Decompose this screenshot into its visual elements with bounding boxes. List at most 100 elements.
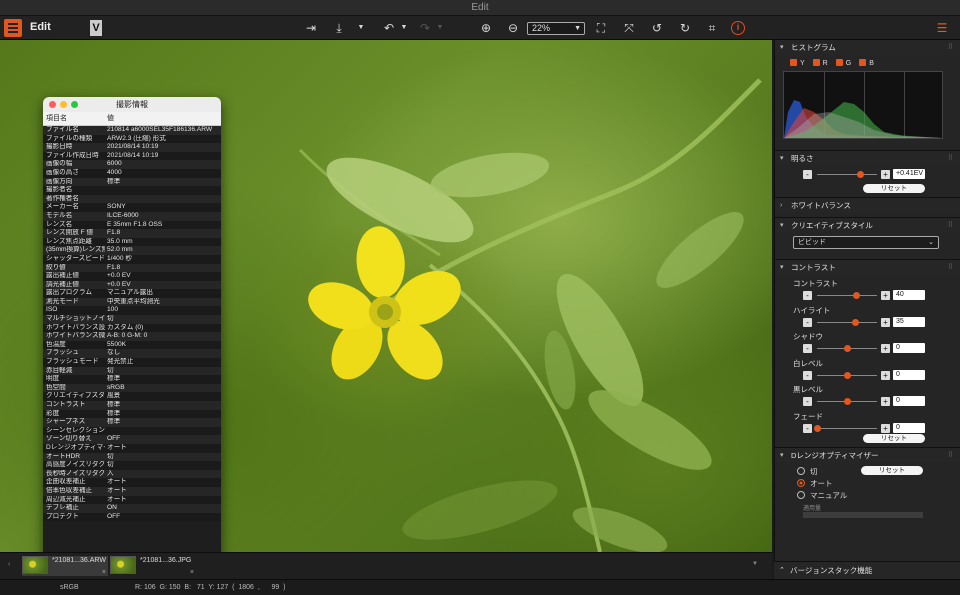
decrease-button[interactable]: - xyxy=(803,397,812,406)
section-white-balance-header[interactable]: › ホワイトバランス xyxy=(775,197,960,212)
zoom-out-icon[interactable]: ⊖ xyxy=(505,20,521,36)
filmstrip-menu-icon[interactable]: ▼ xyxy=(752,561,758,567)
info-table-row[interactable]: オートHDR 切 xyxy=(43,452,221,462)
info-table-row[interactable]: クリエイティブスタイ 風景 xyxy=(43,392,221,401)
decrease-button[interactable]: - xyxy=(803,344,812,353)
brightness-reset-button[interactable]: リセット xyxy=(863,184,925,193)
info-table-row[interactable]: シャッタースピード 1/400 秒 xyxy=(43,254,221,264)
brightness-knob[interactable] xyxy=(857,171,865,178)
drag-handle-icon[interactable]: ⠿ xyxy=(948,260,953,275)
slider-knob[interactable] xyxy=(843,371,851,379)
info-table-row[interactable]: 歪曲収差補正 オート xyxy=(43,478,221,487)
redo-menu-chevron-icon[interactable]: ▼ xyxy=(432,20,448,36)
column-header-key[interactable]: 項目名 xyxy=(43,112,105,125)
info-table-row[interactable]: ファイルの種類 ARW2.3 (圧縮) 形式 xyxy=(43,134,221,144)
slider-value[interactable]: 0 xyxy=(893,369,925,380)
close-icon[interactable]: × xyxy=(190,569,194,576)
info-table-row[interactable]: 撮影日時 2021/08/14 10:19 xyxy=(43,143,221,152)
info-table-row[interactable]: シャープネス 標準 xyxy=(43,418,221,427)
info-table-row[interactable]: ホワイトバランス設定カスタム (0) xyxy=(43,323,221,333)
info-table-row[interactable]: 著作権者名 xyxy=(43,194,221,204)
filmstrip-item[interactable]: *21081...36.JPG × xyxy=(110,556,196,576)
slider-value[interactable]: 0 xyxy=(893,396,925,406)
section-contrast-header[interactable]: ▾ コントラスト ⠿ xyxy=(775,259,960,274)
export-icon[interactable]: ⇥ xyxy=(303,20,319,36)
brightness-value[interactable]: +0.41EV xyxy=(893,169,925,179)
crop-icon[interactable]: ⌗ xyxy=(704,20,720,36)
increase-button[interactable]: + xyxy=(881,397,890,406)
section-dro-header[interactable]: ▾ Dレンジオプティマイザー ⠿ xyxy=(775,447,960,462)
drag-handle-icon[interactable]: ⠿ xyxy=(948,218,953,233)
info-table-row[interactable]: シーンセレクション xyxy=(43,426,221,436)
info-table-row[interactable]: プロテクト OFF xyxy=(43,512,221,522)
info-table-row[interactable]: レンズ焦点距離 35.0 mm xyxy=(43,237,221,247)
channel-toggle-y[interactable]: Y xyxy=(790,59,805,67)
increase-button[interactable]: + xyxy=(881,170,890,179)
channel-toggle-b[interactable]: B xyxy=(859,59,874,67)
info-table-row[interactable]: 画像方向 標準 xyxy=(43,177,221,187)
info-table-row[interactable]: (35mm換算)レンズ焦 52.0 mm xyxy=(43,246,221,255)
info-table-row[interactable]: コントラスト 標準 xyxy=(43,401,221,410)
info-table-row[interactable]: Dレンジオプティマイ オート xyxy=(43,443,221,453)
info-table-row[interactable]: ファイル名 210814 a6000SEL35F18613​6.ARW xyxy=(43,126,221,135)
info-table-row[interactable]: 彩度 標準 xyxy=(43,409,221,419)
drag-handle-icon[interactable]: ⠿ xyxy=(948,448,953,463)
increase-button[interactable]: + xyxy=(881,317,890,327)
minimize-icon[interactable] xyxy=(60,101,67,108)
undo-icon[interactable]: ↶ xyxy=(381,20,397,36)
slider-knob[interactable] xyxy=(853,292,861,299)
dro-radio-auto[interactable] xyxy=(797,479,805,487)
decrease-button[interactable]: - xyxy=(803,370,812,380)
rotate-right-icon[interactable]: ↻ xyxy=(677,20,693,36)
info-panel-titlebar[interactable]: 撮影情報 xyxy=(43,97,221,112)
info-table-row[interactable]: デブレ補正 ON xyxy=(43,504,221,513)
info-table-row[interactable]: フラッシュ なし xyxy=(43,349,221,359)
info-table-row[interactable]: 高感度ノイズリダクシ切 xyxy=(43,461,221,470)
dro-radio-manual[interactable] xyxy=(797,491,805,499)
slider-knob[interactable] xyxy=(843,345,851,352)
dro-reset-button[interactable]: リセット xyxy=(861,466,923,475)
info-table-row[interactable]: ファイル作成日時 2021/08/14 10:19 xyxy=(43,151,221,161)
slider-knob[interactable] xyxy=(851,318,859,326)
info-table-row[interactable]: 色空間 sRGB xyxy=(43,383,221,393)
scroll-left-icon[interactable]: ‹ xyxy=(8,561,10,568)
channel-toggle-g[interactable]: G xyxy=(835,59,851,67)
slider-value[interactable]: 40 xyxy=(893,290,925,300)
info-table-row[interactable]: レンズ名 E 35mm F1.8 OSS xyxy=(43,220,221,230)
column-header-value[interactable]: 値 xyxy=(105,112,221,125)
shooting-info-panel[interactable]: 撮影情報 項目名 値 ファイル名 210814 a6000SEL35F18613​… xyxy=(43,97,221,552)
redo-icon[interactable]: ↷ xyxy=(417,20,433,36)
increase-button[interactable]: + xyxy=(881,344,890,353)
v-badge[interactable]: V xyxy=(90,20,102,36)
zoom-icon[interactable] xyxy=(71,101,78,108)
section-creative-style-header[interactable]: ▾ クリエイティブスタイル ⠿ xyxy=(775,217,960,232)
fit-screen-icon[interactable]: ⛶ xyxy=(593,20,609,36)
decrease-button[interactable]: - xyxy=(803,291,812,300)
section-brightness-header[interactable]: ▾ 明るさ ⠿ xyxy=(775,150,960,165)
increase-button[interactable]: + xyxy=(881,423,890,433)
adjust-panel-icon[interactable]: ☰ xyxy=(934,20,950,36)
info-table-row[interactable]: レンズ開放 F 値 F1.8 xyxy=(43,229,221,238)
close-icon[interactable]: × xyxy=(102,569,106,576)
app-logo-icon[interactable] xyxy=(4,19,22,37)
info-table-row[interactable]: フラッシュモード 発光禁止 xyxy=(43,358,221,367)
dro-radio-off[interactable] xyxy=(797,467,805,475)
info-table-row[interactable]: メーカー名 SONY xyxy=(43,203,221,212)
slider-track[interactable] xyxy=(817,321,877,323)
info-table-row[interactable]: 測光モード 中央重点平均測光 xyxy=(43,297,221,307)
info-table-row[interactable]: 画像の幅 6000 xyxy=(43,160,221,169)
info-table-row[interactable]: ホワイトバランス微調A-B: 0 G-M: 0 xyxy=(43,332,221,341)
info-table-row[interactable]: 画像の高さ 4000 xyxy=(43,168,221,178)
info-table-row[interactable]: 倍率色収差補正 オート xyxy=(43,486,221,496)
undo-menu-chevron-icon[interactable]: ▼ xyxy=(396,20,412,36)
info-table-row[interactable]: 長秒時ノイズリダクシ入 xyxy=(43,469,221,479)
zoom-in-icon[interactable]: ⊕ xyxy=(478,20,494,36)
decrease-button[interactable]: - xyxy=(803,423,812,433)
increase-button[interactable]: + xyxy=(881,370,890,380)
info-table-row[interactable]: モデル名 ILCE-6000 xyxy=(43,211,221,221)
filmstrip-item[interactable]: *21081...36.ARW × xyxy=(22,556,108,576)
info-icon[interactable]: i xyxy=(731,21,745,35)
info-table-row[interactable]: 明度 標準 xyxy=(43,375,221,384)
info-table-row[interactable]: 調光補正値 +0.0 EV xyxy=(43,280,221,290)
slider-track[interactable] xyxy=(817,295,877,296)
